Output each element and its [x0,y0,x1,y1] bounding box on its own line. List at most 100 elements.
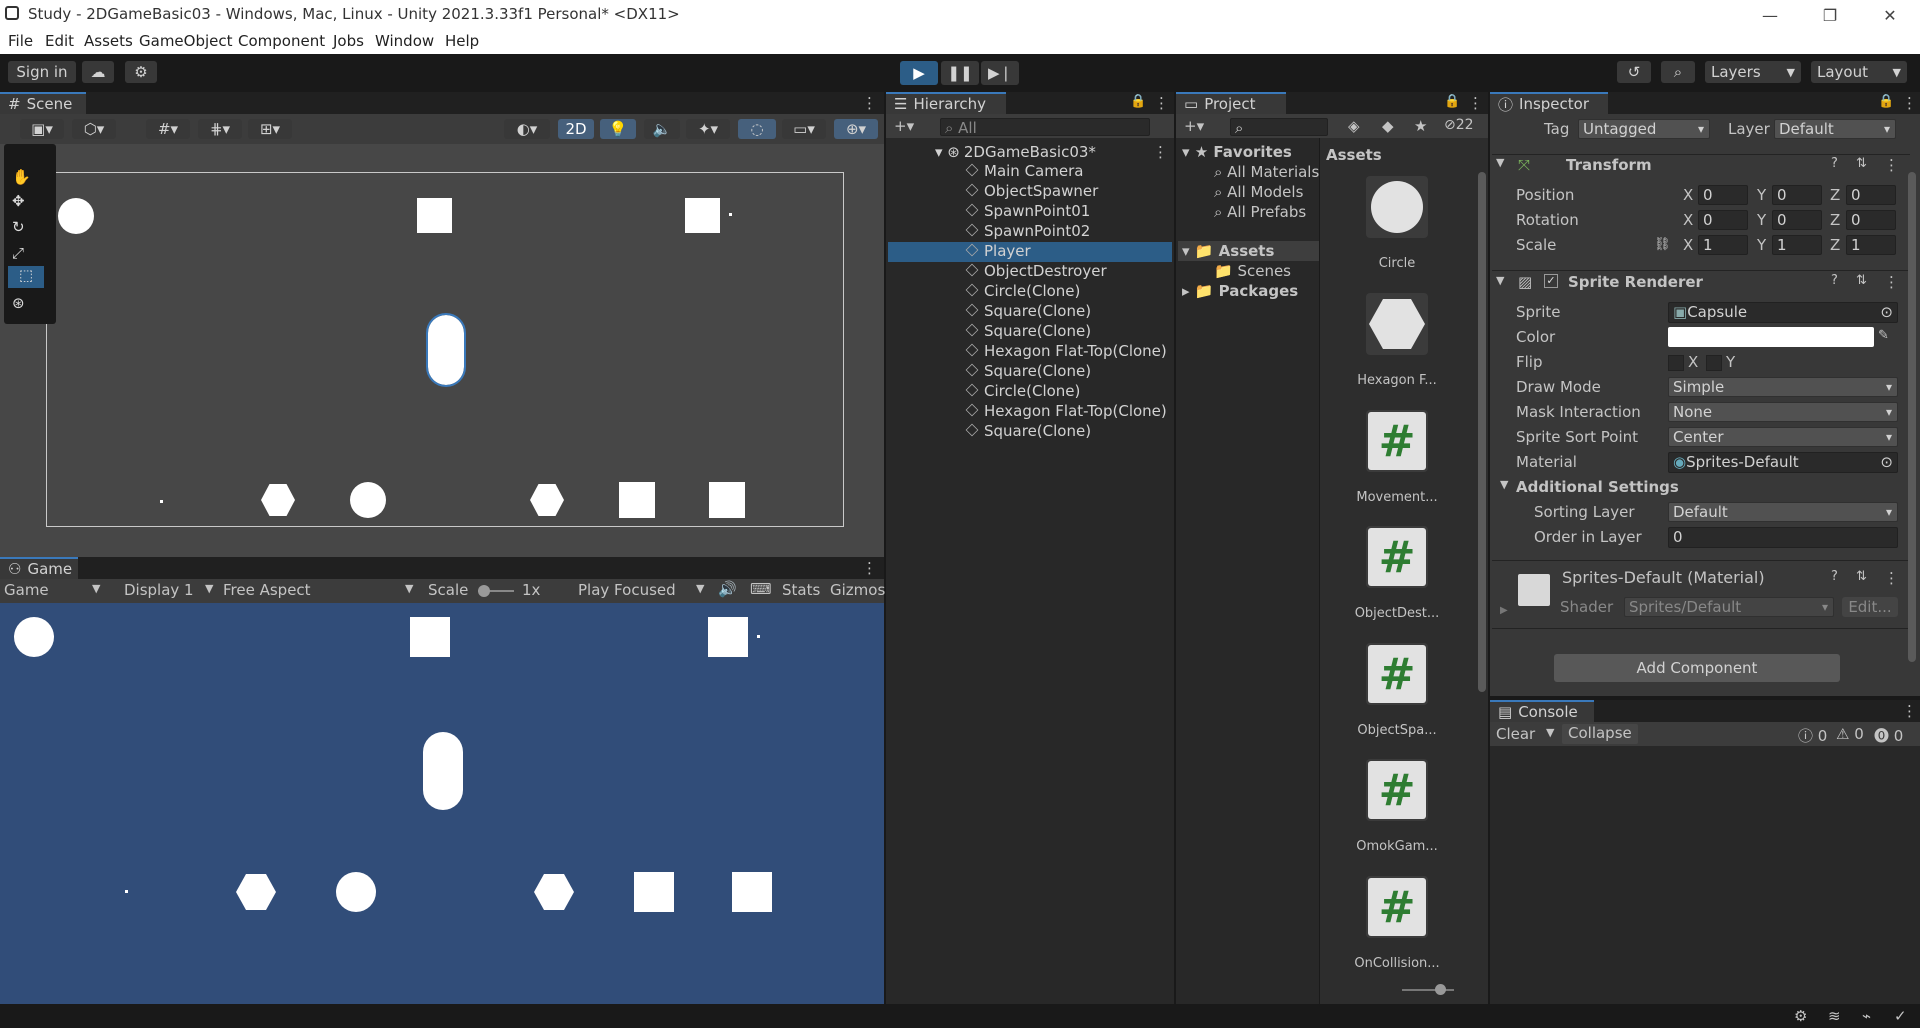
tab-game[interactable]: ⚇ Game [0,557,78,579]
hierarchy-item[interactable]: Hexagon Flat-Top(Clone) [965,342,1167,360]
filter-type-icon[interactable]: ◈ [1348,117,1360,135]
display-dropdown[interactable]: Display 1 [124,581,194,599]
network-icon[interactable]: ⌁ [1862,1007,1871,1025]
position-y-field[interactable]: 0 [1772,185,1822,205]
menu-jobs[interactable]: Jobs [333,32,364,50]
asset-script[interactable]: # [1366,759,1428,821]
scene-root[interactable]: ▾ ⊛ 2DGameBasic03* [935,143,1096,161]
project-search-input[interactable]: ⌕ [1230,118,1328,137]
scene-square[interactable] [685,198,720,233]
asset-hexagon[interactable] [1366,293,1428,355]
thumbnail-size-handle[interactable] [1435,984,1446,995]
lock-icon[interactable]: 🔒 [1878,94,1894,109]
eyedropper-icon[interactable]: ✎ [1878,328,1889,343]
asset-script[interactable]: # [1366,410,1428,472]
lock-icon[interactable]: 🔒 [1130,94,1146,109]
gizmos-icon[interactable]: ⊕▾ [834,119,878,139]
scene-square[interactable] [417,198,452,233]
presets-icon[interactable]: ⇅ [1856,273,1867,288]
hierarchy-item-player[interactable]: Player [965,242,1031,260]
menu-window[interactable]: Window [375,32,434,50]
collapse-button[interactable]: Collapse [1562,724,1638,744]
more-icon[interactable]: ⋮ [862,559,877,577]
fav-all-models[interactable]: ⌕ All Models [1214,183,1303,201]
audio-icon[interactable]: 🔈 [644,119,680,139]
packages-folder[interactable]: ▸ 📁 Packages [1182,282,1298,300]
add-object-button[interactable]: +▾ [894,117,914,135]
material-field[interactable]: ◉Sprites-Default ⊙ [1668,452,1898,473]
help-icon[interactable]: ? [1831,156,1838,171]
search-icon[interactable]: ⌕ [1661,61,1695,83]
scene-player-capsule[interactable] [426,313,466,387]
hierarchy-item-object-spawner[interactable]: ObjectSpawner [965,182,1098,200]
flip-x-checkbox[interactable] [1668,355,1684,371]
tab-project[interactable]: ▭ Project [1176,92,1286,114]
help-icon[interactable]: ? [1831,273,1838,288]
menu-assets[interactable]: Assets [84,32,133,50]
hierarchy-item[interactable]: Hexagon Flat-Top(Clone) [965,402,1167,420]
enabled-checkbox[interactable]: ✓ [1544,274,1558,288]
position-z-field[interactable]: 0 [1846,185,1896,205]
sprite-renderer-foldout[interactable]: ▼ [1496,274,1504,287]
scenes-folder[interactable]: 📁 Scenes [1214,262,1291,280]
collab-icon[interactable]: ⚙ [125,61,157,83]
more-icon[interactable]: ⋮ [1902,702,1917,720]
project-scrollbar[interactable] [1478,172,1486,692]
lock-icon[interactable]: 🔒 [1444,94,1460,109]
debug-icon[interactable]: ⚙ [1794,1007,1807,1025]
rotate-tool-icon[interactable]: ↻ [12,218,25,236]
mute-audio-icon[interactable]: 🔊 [718,580,737,598]
scene-circle[interactable] [350,482,386,518]
hierarchy-item-main-camera[interactable]: Main Camera [965,162,1083,180]
snap-icon[interactable]: ⋕▾ [198,119,242,139]
scene-square[interactable] [619,482,655,518]
scene-menu-icon[interactable]: ⋮ [1153,143,1168,161]
camera-icon[interactable]: ▭▾ [782,119,826,139]
more-icon[interactable]: ⋮ [1468,94,1483,112]
more-icon[interactable]: ⋮ [1154,94,1169,112]
hidden-objects-icon[interactable]: ◌ [738,119,776,139]
menu-gameobject[interactable]: GameObject [139,32,233,50]
increment-snap-icon[interactable]: ⊞▾ [248,119,292,139]
asset-circle[interactable] [1366,176,1428,238]
scale-tool-icon[interactable]: ⤢ [12,244,24,262]
position-x-field[interactable]: 0 [1698,185,1748,205]
menu-component[interactable]: Component [238,32,325,50]
close-button[interactable]: ✕ [1860,0,1920,30]
hierarchy-item-spawnpoint01[interactable]: SpawnPoint01 [965,202,1090,220]
shader-dropdown[interactable]: Sprites/Default [1624,597,1834,617]
warning-filter[interactable]: ⚠ 0 [1836,725,1864,743]
stats-button[interactable]: Stats [782,581,820,599]
game-view[interactable] [0,603,884,1004]
hierarchy-item[interactable]: Square(Clone) [965,322,1091,340]
sorting-layer-dropdown[interactable]: Default [1668,502,1898,522]
effects-icon[interactable]: ✦▾ [686,119,730,139]
component-menu-icon[interactable]: ⋮ [1884,156,1899,174]
more-icon[interactable]: ⋮ [1902,94,1917,112]
aspect-dropdown[interactable]: Free Aspect [223,581,311,599]
draw-mode-dropdown[interactable]: Simple [1668,377,1898,397]
rect-tool-icon[interactable]: ⬚ [8,266,44,288]
history-icon[interactable]: ↺ [1617,61,1651,83]
layers-status-icon[interactable]: ≋ [1828,1007,1841,1025]
filter-label-icon[interactable]: ◆ [1382,117,1394,135]
scale-y-field[interactable]: 1 [1772,235,1822,255]
log-filter[interactable]: ⓘ 0 [1798,725,1827,746]
error-filter[interactable]: ⓿ 0 [1874,725,1903,746]
sign-in-button[interactable]: Sign in [8,61,76,83]
rotation-x-field[interactable]: 0 [1698,210,1748,230]
presets-icon[interactable]: ⇅ [1856,569,1867,584]
restore-button[interactable]: ❐ [1800,0,1860,30]
tab-hierarchy[interactable]: ☰ Hierarchy [886,92,1006,114]
cloud-icon[interactable]: ☁ [82,61,114,83]
hierarchy-item[interactable]: Square(Clone) [965,302,1091,320]
assets-folder[interactable]: ▾ 📁 Assets [1182,242,1274,260]
mask-interaction-dropdown[interactable]: None [1668,402,1898,422]
shading-icon[interactable]: ◐▾ [504,119,550,139]
material-foldout[interactable]: ▶ [1500,605,1508,616]
menu-file[interactable]: File [8,32,33,50]
grid-icon[interactable]: #▾ [146,119,190,139]
layer-dropdown[interactable]: Default [1774,119,1896,139]
link-icon[interactable]: ⛓ [1654,237,1671,252]
favorites-folder[interactable]: ▾ ★ Favorites [1182,143,1292,161]
